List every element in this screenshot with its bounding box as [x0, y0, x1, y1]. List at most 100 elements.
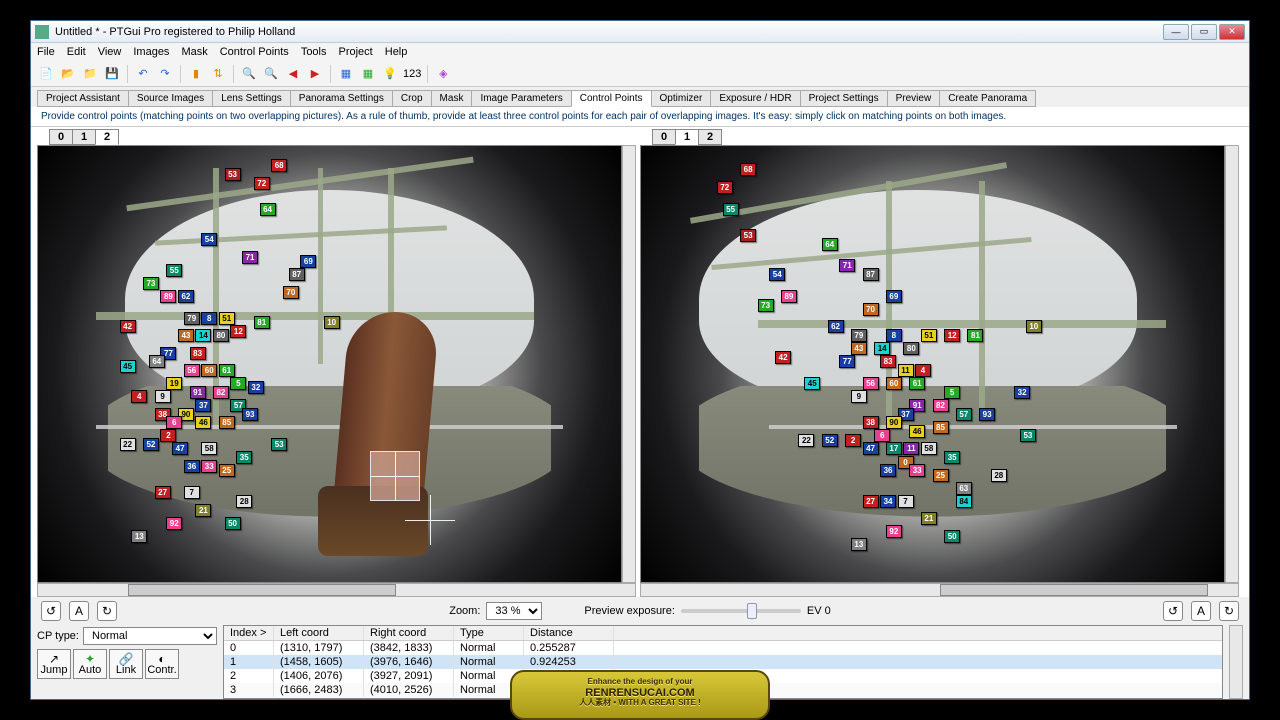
- cp-marker[interactable]: 47: [172, 442, 188, 455]
- cp-marker[interactable]: 57: [956, 408, 972, 421]
- cp-marker[interactable]: 28: [991, 469, 1007, 482]
- cp-marker[interactable]: 68: [271, 159, 287, 172]
- cp-marker[interactable]: 55: [166, 264, 182, 277]
- cp-marker[interactable]: 10: [1026, 320, 1042, 333]
- cp-marker[interactable]: 53: [271, 438, 287, 451]
- tab-crop[interactable]: Crop: [392, 90, 432, 107]
- cp-marker[interactable]: 21: [195, 504, 211, 517]
- tab-project-assistant[interactable]: Project Assistant: [37, 90, 129, 107]
- cp-marker[interactable]: 56: [863, 377, 879, 390]
- menu-mask[interactable]: Mask: [181, 46, 207, 58]
- cp-marker[interactable]: 17: [886, 442, 902, 455]
- cp-marker[interactable]: 43: [851, 342, 867, 355]
- cp-marker[interactable]: 60: [886, 377, 902, 390]
- cp-marker[interactable]: 42: [775, 351, 791, 364]
- right-image-view[interactable]: 6872555364548771698970734279625181281108…: [640, 145, 1225, 583]
- cp-marker[interactable]: 51: [219, 312, 235, 325]
- tab-exposure---hdr[interactable]: Exposure / HDR: [710, 90, 800, 107]
- cp-marker[interactable]: 43: [178, 329, 194, 342]
- cp-marker[interactable]: 52: [143, 438, 159, 451]
- left-vscrollbar[interactable]: [622, 145, 636, 583]
- tab-source-images[interactable]: Source Images: [128, 90, 213, 107]
- cp-marker[interactable]: 25: [219, 464, 235, 477]
- grid1-icon[interactable]: ▦: [337, 65, 355, 83]
- cp-marker[interactable]: 64: [149, 355, 165, 368]
- cp-marker[interactable]: 54: [201, 233, 217, 246]
- cp-marker[interactable]: 61: [909, 377, 925, 390]
- table-row[interactable]: 0(1310, 1797)(3842, 1833)Normal0.255287: [224, 641, 1222, 655]
- exposure-slider[interactable]: [681, 609, 801, 613]
- cp-marker[interactable]: 27: [863, 495, 879, 508]
- cp-marker[interactable]: 13: [851, 538, 867, 551]
- table-header[interactable]: Right coord: [364, 626, 454, 640]
- cp-marker[interactable]: 22: [120, 438, 136, 451]
- cp-marker[interactable]: 71: [839, 259, 855, 272]
- cptype-select[interactable]: Normal: [83, 627, 217, 645]
- cp-marker[interactable]: 81: [967, 329, 983, 342]
- table-vscrollbar[interactable]: [1229, 625, 1243, 699]
- cp-marker[interactable]: 84: [956, 495, 972, 508]
- save-icon[interactable]: 💾: [103, 65, 121, 83]
- cp-marker[interactable]: 2: [845, 434, 861, 447]
- tab-preview[interactable]: Preview: [887, 90, 941, 107]
- cp-marker[interactable]: 14: [874, 342, 890, 355]
- cp-marker[interactable]: 37: [195, 399, 211, 412]
- cp-marker[interactable]: 85: [219, 416, 235, 429]
- cp-marker[interactable]: 72: [717, 181, 733, 194]
- a-left-button[interactable]: A: [69, 601, 89, 621]
- redo-icon[interactable]: ↷: [156, 65, 174, 83]
- cp-marker[interactable]: 82: [933, 399, 949, 412]
- cp-marker[interactable]: 19: [166, 377, 182, 390]
- cp-marker[interactable]: 83: [880, 355, 896, 368]
- cp-marker[interactable]: 73: [758, 299, 774, 312]
- tab-project-settings[interactable]: Project Settings: [800, 90, 888, 107]
- img-tab-2[interactable]: 2: [95, 129, 119, 145]
- cp-marker[interactable]: 33: [201, 460, 217, 473]
- tool2-icon[interactable]: ⇅: [209, 65, 227, 83]
- cp-marker[interactable]: 35: [236, 451, 252, 464]
- cp-marker[interactable]: 7: [898, 495, 914, 508]
- cp-marker[interactable]: 7: [184, 486, 200, 499]
- cp-marker[interactable]: 85: [933, 421, 949, 434]
- cp-marker[interactable]: 61: [219, 364, 235, 377]
- cp-marker[interactable]: 92: [886, 525, 902, 538]
- menu-images[interactable]: Images: [133, 46, 169, 58]
- minimize-button[interactable]: —: [1163, 24, 1189, 40]
- cp-marker[interactable]: 6: [874, 429, 890, 442]
- tab-lens-settings[interactable]: Lens Settings: [212, 90, 291, 107]
- img-tab-2[interactable]: 2: [698, 129, 722, 145]
- cp-marker[interactable]: 2: [160, 429, 176, 442]
- tab-optimizer[interactable]: Optimizer: [651, 90, 712, 107]
- prev-icon[interactable]: ◀: [284, 65, 302, 83]
- table-row[interactable]: 1(1458, 1605)(3976, 1646)Normal0.924253: [224, 655, 1222, 669]
- cp-marker[interactable]: 77: [839, 355, 855, 368]
- cp-marker[interactable]: 8: [886, 329, 902, 342]
- contr-button[interactable]: ◐Contr.: [145, 649, 179, 679]
- cp-marker[interactable]: 64: [822, 238, 838, 251]
- cp-marker[interactable]: 70: [863, 303, 879, 316]
- img-tab-1[interactable]: 1: [675, 129, 699, 145]
- cp-marker[interactable]: 92: [166, 517, 182, 530]
- cp-marker[interactable]: 50: [944, 530, 960, 543]
- titlebar[interactable]: Untitled * - PTGui Pro registered to Phi…: [31, 21, 1249, 43]
- cp-marker[interactable]: 32: [248, 381, 264, 394]
- img-tab-0[interactable]: 0: [652, 129, 676, 145]
- cp-marker[interactable]: 5: [944, 386, 960, 399]
- tab-panorama-settings[interactable]: Panorama Settings: [290, 90, 393, 107]
- cp-marker[interactable]: 79: [184, 312, 200, 325]
- cp-marker[interactable]: 12: [230, 325, 246, 338]
- cp-marker[interactable]: 33: [909, 464, 925, 477]
- left-hscrollbar[interactable]: [37, 583, 636, 597]
- cp-marker[interactable]: 36: [880, 464, 896, 477]
- left-image-view[interactable]: 5372686454718769735570896242798518110431…: [37, 145, 622, 583]
- cp-marker[interactable]: 53: [225, 168, 241, 181]
- cp-marker[interactable]: 12: [944, 329, 960, 342]
- tab-image-parameters[interactable]: Image Parameters: [471, 90, 571, 107]
- cp-marker[interactable]: 69: [886, 290, 902, 303]
- cp-marker[interactable]: 60: [201, 364, 217, 377]
- cp-marker[interactable]: 38: [863, 416, 879, 429]
- grid2-icon[interactable]: ▦: [359, 65, 377, 83]
- cp-marker[interactable]: 5: [230, 377, 246, 390]
- tab-mask[interactable]: Mask: [431, 90, 473, 107]
- cp-marker[interactable]: 21: [921, 512, 937, 525]
